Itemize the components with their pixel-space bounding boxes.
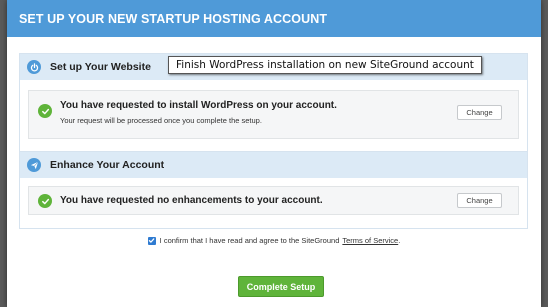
wordpress-request-subtitle: Your request will be processed once you …	[60, 116, 262, 125]
terms-confirmation: I confirm that I have read and agree to …	[7, 236, 541, 245]
check-circle-icon	[38, 194, 52, 208]
setup-modal: SET UP YOUR NEW STARTUP HOSTING ACCOUNT …	[7, 0, 541, 307]
change-website-button[interactable]: Change	[457, 105, 502, 120]
terms-of-service-link[interactable]: Terms of Service	[342, 236, 398, 245]
terms-checkbox[interactable]	[147, 236, 156, 245]
enhance-section: Enhance Your Account You have requested …	[19, 151, 528, 229]
tooltip: Finish WordPress installation on new Sit…	[168, 56, 482, 74]
terms-suffix: .	[398, 236, 401, 245]
check-circle-icon	[38, 104, 52, 118]
enhancements-card: You have requested no enhancements to yo…	[28, 186, 519, 215]
enhance-section-title: Enhance Your Account	[50, 159, 165, 171]
complete-setup-button[interactable]: Complete Setup	[238, 276, 324, 297]
power-icon	[27, 60, 41, 74]
enhance-section-header: Enhance Your Account	[20, 152, 527, 178]
terms-text: I confirm that I have read and agree to …	[159, 236, 340, 245]
wordpress-request-card: You have requested to install WordPress …	[28, 90, 519, 139]
website-section-title: Set up Your Website	[50, 61, 151, 73]
paper-plane-icon	[27, 158, 41, 172]
enhancements-title: You have requested no enhancements to yo…	[60, 195, 323, 206]
change-enhancements-button[interactable]: Change	[457, 193, 502, 208]
modal-title: SET UP YOUR NEW STARTUP HOSTING ACCOUNT	[7, 0, 541, 37]
wordpress-request-title: You have requested to install WordPress …	[60, 100, 337, 111]
